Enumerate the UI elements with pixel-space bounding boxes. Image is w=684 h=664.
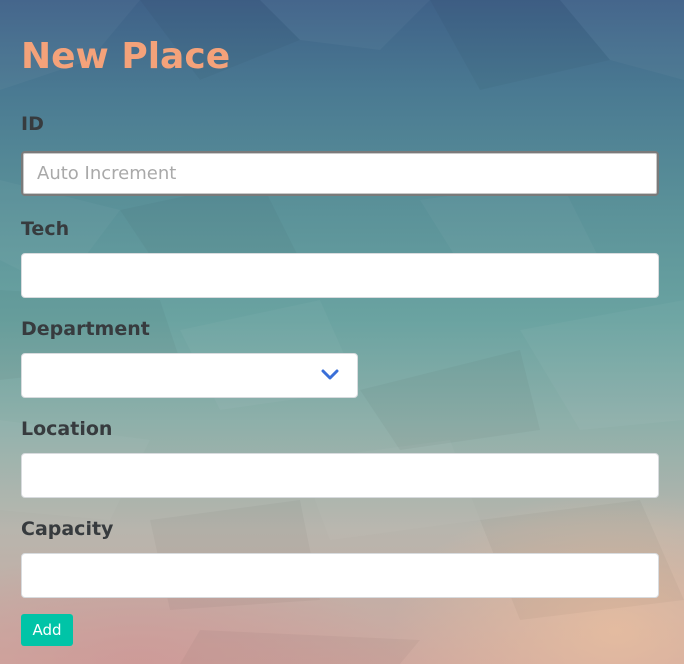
add-button[interactable]: Add	[21, 614, 73, 646]
location-label: Location	[21, 418, 113, 440]
tech-label: Tech	[21, 218, 70, 240]
department-select[interactable]	[21, 353, 358, 398]
department-label: Department	[21, 318, 150, 340]
location-field[interactable]	[21, 453, 659, 498]
page-title: New Place	[21, 36, 231, 77]
capacity-label: Capacity	[21, 518, 114, 540]
chevron-down-icon	[321, 369, 339, 380]
capacity-field[interactable]	[21, 553, 659, 598]
id-field[interactable]	[21, 151, 659, 196]
id-label: ID	[21, 113, 44, 135]
tech-field[interactable]	[21, 253, 659, 298]
